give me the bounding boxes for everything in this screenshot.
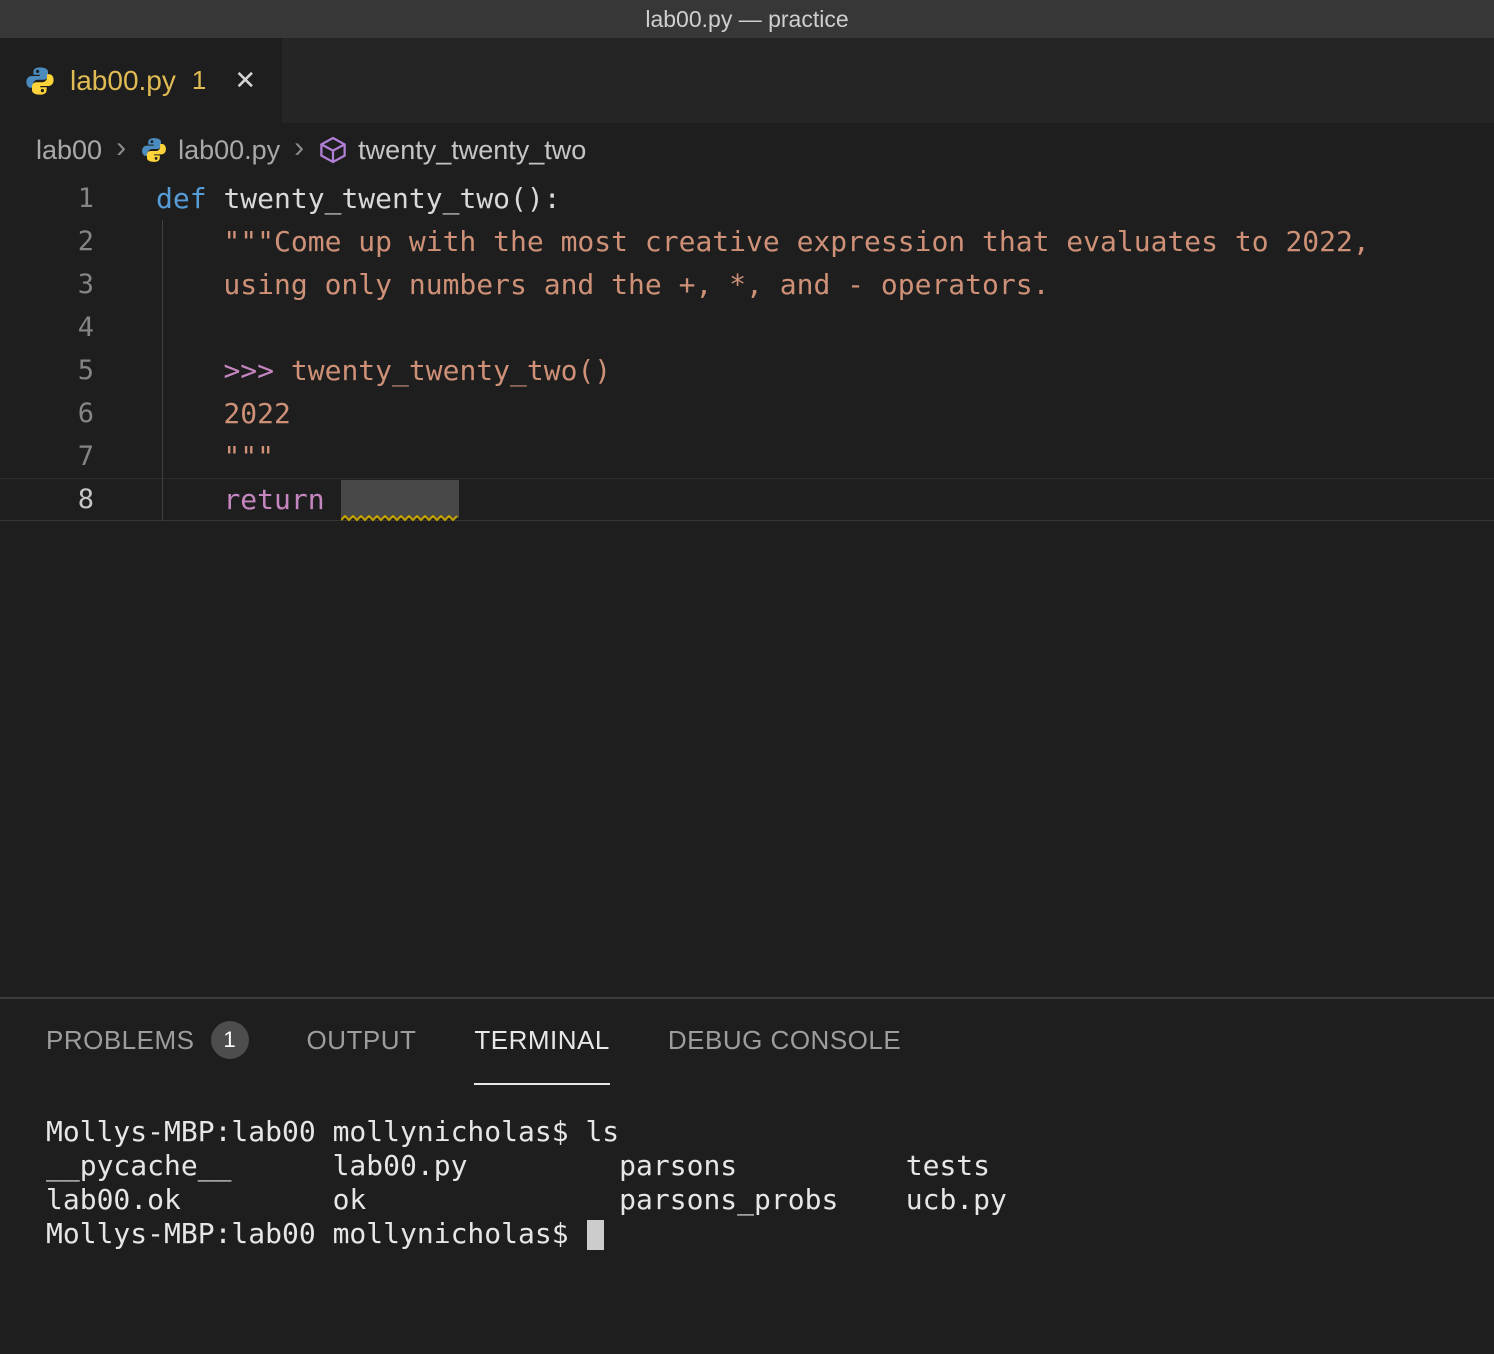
code-token: twenty_twenty_two() <box>291 354 611 387</box>
terminal[interactable]: Mollys-MBP:lab00 mollynicholas$ ls__pyca… <box>0 1085 1494 1354</box>
symbol-cube-icon <box>318 135 348 165</box>
code-line[interactable]: 4 <box>0 306 1494 349</box>
tab-output[interactable]: OUTPUT <box>307 999 417 1085</box>
line-number: 8 <box>0 479 130 520</box>
chevron-right-icon: › <box>112 131 130 169</box>
code-token: >>> <box>223 354 274 387</box>
vscode-window: lab00.py — practice lab00.py 1 ✕ lab00 ›… <box>0 0 1494 1354</box>
line-number: 1 <box>0 177 130 220</box>
code-line[interactable]: 6 2022 <box>0 392 1494 435</box>
code-line[interactable]: 1 def twenty_twenty_two(): <box>0 177 1494 220</box>
line-number: 2 <box>0 220 130 263</box>
close-tab-icon[interactable]: ✕ <box>234 65 256 96</box>
code-token <box>274 354 291 387</box>
breadcrumb-symbol[interactable]: twenty_twenty_two <box>358 135 586 166</box>
terminal-line: lab00.ok ok parsons_probs ucb.py <box>46 1183 1494 1217</box>
title-bar: lab00.py — practice <box>0 0 1494 38</box>
tab-debug-console-label: DEBUG CONSOLE <box>668 1025 901 1056</box>
chevron-right-icon: › <box>290 131 308 169</box>
code-token: def <box>156 182 207 215</box>
line-number: 6 <box>0 392 130 435</box>
code-token <box>207 182 224 215</box>
line-number: 4 <box>0 306 130 349</box>
breadcrumb-file[interactable]: lab00.py <box>178 135 280 166</box>
code-token <box>156 483 223 516</box>
code-token: """ <box>156 440 274 473</box>
editor-tab-bar: lab00.py 1 ✕ <box>0 38 1494 123</box>
terminal-line: __pycache__ lab00.py parsons tests <box>46 1149 1494 1183</box>
tab-output-label: OUTPUT <box>307 1025 417 1056</box>
tab-problems[interactable]: PROBLEMS 1 <box>46 999 249 1085</box>
tab-terminal-label: TERMINAL <box>474 1025 609 1056</box>
terminal-line: Mollys-MBP:lab00 mollynicholas$ <box>46 1217 1494 1251</box>
problems-count-badge: 1 <box>211 1021 249 1059</box>
tab-debug-console[interactable]: DEBUG CONSOLE <box>668 999 901 1085</box>
code-token: using only numbers and the +, *, and - o… <box>156 268 1049 301</box>
breadcrumb-folder[interactable]: lab00 <box>36 135 102 166</box>
code-line[interactable]: 5 >>> twenty_twenty_two() <box>0 349 1494 392</box>
code-line[interactable]: 7 """ <box>0 435 1494 478</box>
tab-label: lab00.py <box>70 65 176 97</box>
tab-lab00py[interactable]: lab00.py 1 ✕ <box>0 38 282 123</box>
bottom-panel: PROBLEMS 1 OUTPUT TERMINAL DEBUG CONSOLE… <box>0 997 1494 1354</box>
panel-tab-bar: PROBLEMS 1 OUTPUT TERMINAL DEBUG CONSOLE <box>0 999 1494 1085</box>
code-token <box>325 483 342 516</box>
code-token: return <box>223 483 324 516</box>
tab-problems-label: PROBLEMS <box>46 1025 195 1056</box>
tab-problems-badge: 1 <box>192 65 206 96</box>
indent-guide <box>162 220 163 521</box>
terminal-cursor <box>587 1220 604 1250</box>
code-token: twenty_twenty_two(): <box>223 182 560 215</box>
selection-highlight <box>341 480 459 518</box>
code-token: 2022 <box>156 397 291 430</box>
python-icon <box>24 65 56 97</box>
line-number: 7 <box>0 435 130 478</box>
code-line[interactable]: 2 """Come up with the most creative expr… <box>0 220 1494 263</box>
warning-squiggle-icon <box>341 515 459 522</box>
code-token <box>156 354 223 387</box>
code-lines: 1 def twenty_twenty_two(): 2 """Come up wi… <box>0 177 1494 521</box>
python-icon <box>140 136 168 164</box>
code-editor[interactable]: 1 def twenty_twenty_two(): 2 """Come up wi… <box>0 177 1494 997</box>
breadcrumb: lab00 › lab00.py › twenty_twenty_two <box>0 123 1494 177</box>
code-token: """Come up with the most creative expres… <box>156 225 1370 258</box>
line-number: 3 <box>0 263 130 306</box>
code-line[interactable]: 3 using only numbers and the +, *, and -… <box>0 263 1494 306</box>
code-line[interactable]: 8 return <box>0 478 1494 521</box>
line-number: 5 <box>0 349 130 392</box>
tab-terminal[interactable]: TERMINAL <box>474 999 609 1085</box>
terminal-line: Mollys-MBP:lab00 mollynicholas$ ls <box>46 1115 1494 1149</box>
window-title: lab00.py — practice <box>645 6 848 33</box>
